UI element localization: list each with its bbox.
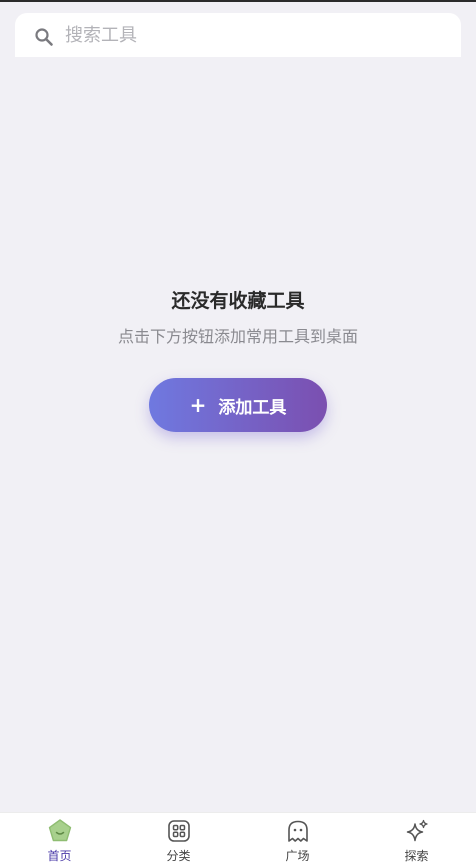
empty-state-title: 还没有收藏工具 xyxy=(171,290,305,312)
tab-category[interactable]: 分类 xyxy=(119,813,238,863)
home-page: 还没有收藏工具 点击下方按钮添加常用工具到桌面 + 添加工具 首页 分类 xyxy=(0,0,476,863)
empty-state-subtitle: 点击下方按钮添加常用工具到桌面 xyxy=(117,327,358,346)
add-tool-button[interactable]: + 添加工具 xyxy=(149,378,327,432)
search-icon xyxy=(35,28,53,46)
tab-home[interactable]: 首页 xyxy=(0,813,119,863)
search-bar[interactable] xyxy=(15,13,461,57)
tab-square-label: 广场 xyxy=(285,849,310,863)
plus-icon: + xyxy=(189,393,207,417)
tab-explore[interactable]: 探索 xyxy=(357,813,476,863)
tab-explore-label: 探索 xyxy=(404,849,429,863)
search-input[interactable] xyxy=(65,13,445,57)
bottom-tab-bar: 首页 分类 广场 探索 xyxy=(0,812,476,863)
sparkle-icon xyxy=(406,819,428,842)
tab-square[interactable]: 广场 xyxy=(238,813,357,863)
home-pentagon-icon xyxy=(48,819,71,842)
grid-icon xyxy=(167,820,190,842)
tab-category-label: 分类 xyxy=(166,849,191,863)
add-tool-label: 添加工具 xyxy=(218,397,287,418)
status-bar-edge xyxy=(0,0,476,2)
ghost-icon xyxy=(287,820,308,842)
tab-home-label: 首页 xyxy=(47,849,72,863)
